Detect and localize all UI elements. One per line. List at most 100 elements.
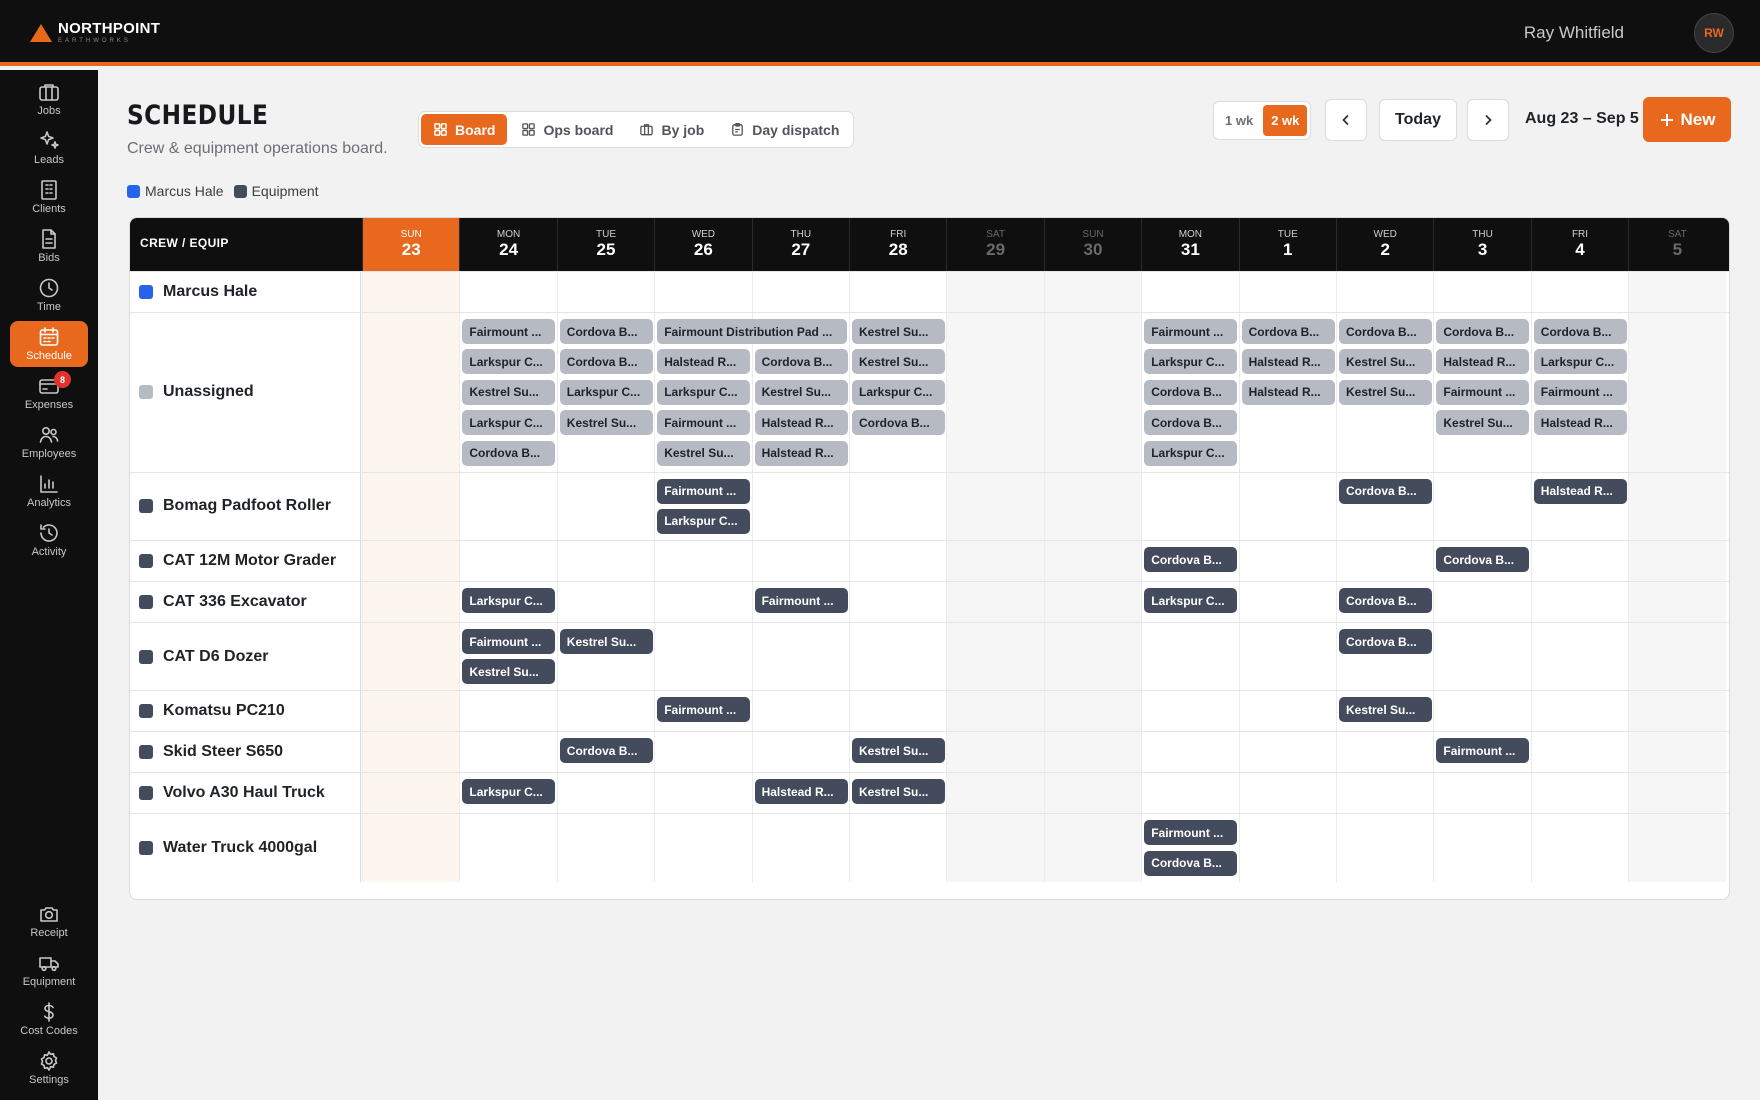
schedule-cell[interactable] xyxy=(1530,272,1628,312)
schedule-cell[interactable] xyxy=(1336,541,1433,581)
schedule-cell[interactable]: Larkspur C... xyxy=(459,773,556,814)
schedule-cell[interactable] xyxy=(946,541,1044,581)
job-chip[interactable]: Cordova B... xyxy=(1144,410,1238,436)
schedule-cell[interactable] xyxy=(1043,814,1142,882)
job-chip[interactable]: Kestrel Su... xyxy=(852,319,945,344)
view-day-dispatch-button[interactable]: Day dispatch xyxy=(718,114,851,145)
schedule-cell[interactable] xyxy=(654,773,751,814)
job-chip[interactable]: Kestrel Su... xyxy=(1339,379,1432,405)
schedule-cell[interactable] xyxy=(1238,691,1336,732)
job-chip[interactable]: Kestrel Su... xyxy=(462,659,556,685)
job-chip[interactable]: Cordova B... xyxy=(1436,547,1530,572)
schedule-cell[interactable]: Halstead R... xyxy=(1530,472,1628,540)
row-label[interactable]: Bomag Padfoot Roller xyxy=(130,472,361,540)
job-chip[interactable]: Halstead R... xyxy=(754,779,848,805)
day-header[interactable]: FRI 28 xyxy=(849,218,946,271)
job-chip[interactable]: Kestrel Su... xyxy=(852,349,945,375)
sidebar-item-leads[interactable]: Leads xyxy=(10,125,88,171)
schedule-cell[interactable] xyxy=(946,773,1044,814)
schedule-cell[interactable]: Kestrel Su... xyxy=(849,773,946,814)
schedule-cell[interactable] xyxy=(1238,623,1336,691)
job-chip[interactable]: Fairmount ... xyxy=(462,319,556,344)
schedule-cell[interactable] xyxy=(1433,773,1530,814)
schedule-cell[interactable] xyxy=(556,773,654,814)
row-label[interactable]: CAT 12M Motor Grader xyxy=(130,541,361,581)
schedule-cell[interactable] xyxy=(1433,691,1530,732)
schedule-cell[interactable]: Cordova B... xyxy=(1336,582,1433,622)
schedule-cell[interactable] xyxy=(946,582,1044,622)
schedule-cell[interactable] xyxy=(946,272,1044,312)
job-chip[interactable]: Larkspur C... xyxy=(1144,349,1238,375)
two-week-button[interactable]: 2 wk xyxy=(1263,105,1308,136)
schedule-cell[interactable] xyxy=(1628,541,1726,581)
row-label[interactable]: Skid Steer S650 xyxy=(130,732,361,773)
schedule-cell[interactable] xyxy=(654,623,751,691)
schedule-cell[interactable] xyxy=(946,732,1044,773)
schedule-cell[interactable] xyxy=(849,814,946,882)
schedule-cell[interactable] xyxy=(849,541,946,581)
schedule-cell[interactable] xyxy=(362,541,460,581)
schedule-cell[interactable] xyxy=(751,272,849,312)
schedule-cell[interactable] xyxy=(1141,472,1238,540)
job-chip[interactable]: Halstead R... xyxy=(657,349,751,375)
schedule-cell[interactable] xyxy=(459,472,556,540)
schedule-cell[interactable] xyxy=(1628,773,1726,814)
schedule-cell[interactable] xyxy=(1530,732,1628,773)
day-header[interactable]: SUN 23 xyxy=(362,218,460,271)
day-header[interactable]: SAT 29 xyxy=(946,218,1043,271)
schedule-cell[interactable] xyxy=(1628,582,1726,622)
schedule-cell[interactable]: Cordova B... xyxy=(1336,472,1433,540)
schedule-cell[interactable] xyxy=(1530,541,1628,581)
row-label[interactable]: Marcus Hale xyxy=(130,272,361,312)
day-header[interactable]: WED 26 xyxy=(654,218,751,271)
job-chip[interactable]: Cordova B... xyxy=(1339,478,1432,504)
schedule-cell[interactable] xyxy=(751,472,849,540)
job-chip[interactable]: Kestrel Su... xyxy=(1339,349,1432,375)
avatar[interactable]: RW xyxy=(1694,13,1734,53)
job-chip[interactable]: Larkspur C... xyxy=(1144,440,1238,466)
schedule-cell[interactable] xyxy=(1043,623,1142,691)
schedule-cell[interactable] xyxy=(1336,773,1433,814)
schedule-cell[interactable] xyxy=(362,773,460,814)
job-chip[interactable]: Larkspur C... xyxy=(462,779,556,805)
schedule-cell[interactable] xyxy=(362,623,460,691)
schedule-cell[interactable] xyxy=(556,582,654,622)
schedule-cell[interactable]: Fairmount ... xyxy=(751,582,849,622)
schedule-cell[interactable] xyxy=(751,623,849,691)
schedule-cell[interactable]: Cordova B... xyxy=(1141,541,1238,581)
schedule-cell[interactable] xyxy=(459,814,556,882)
job-chip[interactable]: Kestrel Su... xyxy=(852,738,945,764)
job-chip[interactable]: Halstead R... xyxy=(754,440,848,466)
schedule-cell[interactable] xyxy=(1433,623,1530,691)
job-chip[interactable]: Cordova B... xyxy=(559,319,653,344)
schedule-cell[interactable] xyxy=(1043,472,1142,540)
schedule-cell[interactable] xyxy=(1628,472,1726,540)
view-by-job-button[interactable]: By job xyxy=(627,114,716,145)
job-chip[interactable]: Cordova B... xyxy=(462,440,556,466)
schedule-cell[interactable] xyxy=(1628,814,1726,882)
schedule-cell[interactable] xyxy=(1238,541,1336,581)
schedule-cell[interactable] xyxy=(946,313,1044,472)
schedule-cell[interactable]: Fairmount ... xyxy=(1433,732,1530,773)
schedule-cell[interactable] xyxy=(1043,272,1142,312)
job-chip[interactable]: Larkspur C... xyxy=(559,379,653,405)
day-header[interactable]: THU 27 xyxy=(751,218,849,271)
job-chip[interactable]: Halstead R... xyxy=(1533,410,1627,436)
schedule-cell[interactable] xyxy=(654,541,751,581)
schedule-cell[interactable]: Fairmount ... Larkspur C... Kestrel Su... L… xyxy=(459,313,556,472)
job-chip[interactable]: Fairmount ... xyxy=(657,697,751,723)
job-chip[interactable]: Cordova B... xyxy=(1339,588,1432,613)
job-chip[interactable]: Kestrel Su... xyxy=(1339,697,1432,723)
job-chip[interactable]: Cordova B... xyxy=(1144,379,1238,405)
schedule-cell[interactable] xyxy=(1141,773,1238,814)
schedule-cell[interactable] xyxy=(1628,313,1726,472)
schedule-cell[interactable] xyxy=(654,732,751,773)
schedule-cell[interactable] xyxy=(1141,691,1238,732)
job-chip[interactable]: Halstead R... xyxy=(1533,478,1627,504)
job-chip[interactable]: Fairmount ... xyxy=(657,410,751,436)
schedule-cell[interactable] xyxy=(1238,814,1336,882)
schedule-cell[interactable] xyxy=(1628,272,1726,312)
schedule-cell[interactable]: Halstead R... xyxy=(751,773,849,814)
job-chip[interactable]: Halstead R... xyxy=(1436,349,1530,375)
job-chip[interactable]: Kestrel Su... xyxy=(657,440,751,466)
